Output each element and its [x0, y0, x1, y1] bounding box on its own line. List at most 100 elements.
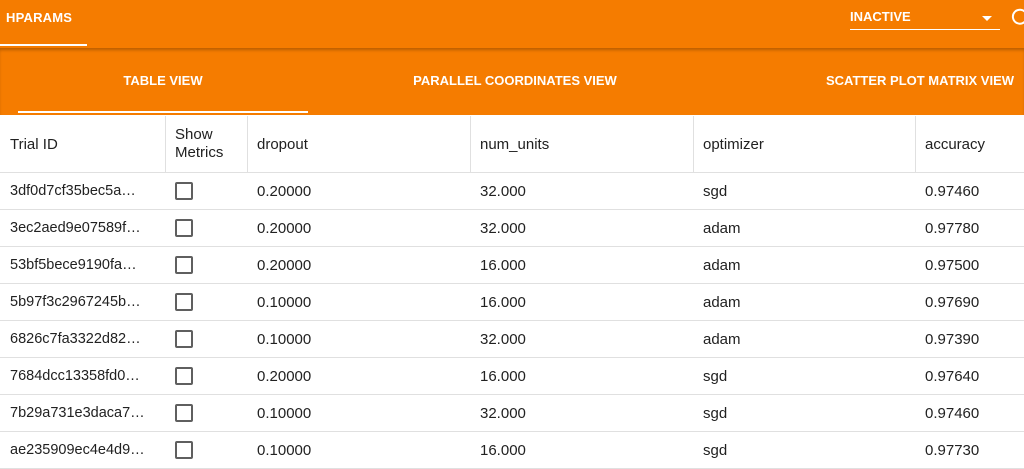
accuracy-cell: 0.97780 — [925, 219, 980, 237]
table-row[interactable]: 3ec2aed9e07589f… 0.20000 32.000 adam 0.9… — [0, 210, 1024, 247]
column-divider[interactable] — [915, 116, 916, 172]
optimizer-cell: sgd — [703, 441, 728, 459]
header-label: Metrics — [175, 144, 224, 161]
header-label: num_units — [480, 135, 550, 153]
show-metrics-cell — [175, 173, 245, 209]
checkbox-unchecked-icon[interactable] — [175, 256, 193, 274]
active-tab-indicator — [0, 44, 87, 46]
chevron-down-icon — [982, 16, 992, 21]
checkbox-unchecked-icon[interactable] — [175, 219, 193, 237]
table-row[interactable]: 3df0d7cf35bec5a… 0.20000 32.000 sgd 0.97… — [0, 173, 1024, 210]
table-row[interactable]: 7b29a731e3daca7… 0.10000 32.000 sgd 0.97… — [0, 395, 1024, 432]
active-tab-indicator — [18, 111, 308, 113]
checkbox-unchecked-icon[interactable] — [175, 367, 193, 385]
trial-id-cell[interactable]: 7684dcc13358fd0… — [10, 358, 160, 394]
column-divider[interactable] — [470, 116, 471, 172]
checkbox-unchecked-icon[interactable] — [175, 404, 193, 422]
checkbox-unchecked-icon[interactable] — [175, 293, 193, 311]
table-row[interactable]: 53bf5bece9190fa… 0.20000 16.000 adam 0.9… — [0, 247, 1024, 284]
optimizer-cell: sgd — [703, 404, 728, 422]
tab-label: TABLE VIEW — [123, 73, 203, 88]
trial-id-cell[interactable]: 7b29a731e3daca7… — [10, 395, 160, 431]
num-units-cell: 32.000 — [480, 330, 526, 348]
run-status-value: INACTIVE — [850, 9, 911, 24]
dropout-cell: 0.10000 — [257, 330, 312, 348]
header-dropout[interactable]: dropout — [257, 116, 457, 172]
header-show-metrics[interactable]: Show Metrics — [175, 116, 245, 172]
show-metrics-cell — [175, 432, 245, 468]
dropout-cell: 0.10000 — [257, 293, 312, 311]
column-divider[interactable] — [693, 116, 694, 172]
trial-id-cell[interactable]: 6826c7fa3322d82… — [10, 321, 160, 357]
accuracy-cell: 0.97460 — [925, 182, 980, 200]
accuracy-cell: 0.97730 — [925, 441, 980, 459]
show-metrics-cell — [175, 284, 245, 320]
header-label: dropout — [257, 135, 308, 153]
num-units-cell: 16.000 — [480, 367, 526, 385]
trial-id-cell[interactable]: ae235909ec4e4d9… — [10, 432, 160, 468]
header-accuracy[interactable]: accuracy — [925, 116, 1024, 172]
num-units-cell: 16.000 — [480, 293, 526, 311]
show-metrics-cell — [175, 358, 245, 394]
header-label: accuracy — [925, 135, 986, 153]
dropout-cell: 0.20000 — [257, 256, 312, 274]
num-units-cell: 32.000 — [480, 219, 526, 237]
plugin-tab-hparams[interactable]: HPARAMS — [0, 0, 87, 48]
tab-scatter-plot-matrix-view[interactable]: SCATTER PLOT MATRIX VIEW — [790, 48, 1024, 115]
checkbox-unchecked-icon[interactable] — [175, 330, 193, 348]
header-num-units[interactable]: num_units — [480, 116, 680, 172]
table-header-row: Trial ID Show Metrics dropout num_units … — [0, 116, 1024, 173]
header-trial-id[interactable]: Trial ID — [10, 116, 160, 172]
table-row[interactable]: 7684dcc13358fd0… 0.20000 16.000 sgd 0.97… — [0, 358, 1024, 395]
trial-id-cell[interactable]: 3df0d7cf35bec5a… — [10, 173, 160, 209]
num-units-cell: 16.000 — [480, 441, 526, 459]
accuracy-cell: 0.97390 — [925, 330, 980, 348]
reload-icon[interactable] — [1011, 8, 1024, 26]
column-divider[interactable] — [247, 116, 248, 172]
optimizer-cell: adam — [703, 219, 741, 237]
show-metrics-cell — [175, 395, 245, 431]
table-row[interactable]: 6826c7fa3322d82… 0.10000 32.000 adam 0.9… — [0, 321, 1024, 358]
trial-id-cell[interactable]: 5b97f3c2967245b… — [10, 284, 160, 320]
checkbox-unchecked-icon[interactable] — [175, 441, 193, 459]
top-app-bar: HPARAMS INACTIVE — [0, 0, 1024, 48]
optimizer-cell: adam — [703, 256, 741, 274]
optimizer-cell: adam — [703, 330, 741, 348]
show-metrics-cell — [175, 247, 245, 283]
tab-parallel-coordinates-view[interactable]: PARALLEL COORDINATES VIEW — [370, 48, 660, 115]
optimizer-cell: sgd — [703, 182, 728, 200]
trials-table: Trial ID Show Metrics dropout num_units … — [0, 116, 1024, 469]
header-label: optimizer — [703, 135, 764, 153]
show-metrics-cell — [175, 210, 245, 246]
dropout-cell: 0.10000 — [257, 441, 312, 459]
accuracy-cell: 0.97460 — [925, 404, 980, 422]
dropout-cell: 0.20000 — [257, 367, 312, 385]
tab-label: SCATTER PLOT MATRIX VIEW — [826, 73, 1015, 88]
run-status-select[interactable]: INACTIVE — [850, 6, 1000, 30]
optimizer-cell: sgd — [703, 367, 728, 385]
num-units-cell: 32.000 — [480, 182, 526, 200]
table-row[interactable]: ae235909ec4e4d9… 0.10000 16.000 sgd 0.97… — [0, 432, 1024, 469]
dropout-cell: 0.20000 — [257, 182, 312, 200]
show-metrics-cell — [175, 321, 245, 357]
checkbox-unchecked-icon[interactable] — [175, 182, 193, 200]
num-units-cell: 32.000 — [480, 404, 526, 422]
column-divider[interactable] — [165, 116, 166, 172]
accuracy-cell: 0.97640 — [925, 367, 980, 385]
plugin-tab-label: HPARAMS — [6, 10, 73, 25]
view-tabs-bar: TABLE VIEW PARALLEL COORDINATES VIEW SCA… — [0, 48, 1024, 115]
table-row[interactable]: 5b97f3c2967245b… 0.10000 16.000 adam 0.9… — [0, 284, 1024, 321]
dropout-cell: 0.20000 — [257, 219, 312, 237]
header-label: Show — [175, 126, 213, 143]
dropout-cell: 0.10000 — [257, 404, 312, 422]
optimizer-cell: adam — [703, 293, 741, 311]
header-optimizer[interactable]: optimizer — [703, 116, 903, 172]
accuracy-cell: 0.97500 — [925, 256, 980, 274]
num-units-cell: 16.000 — [480, 256, 526, 274]
trial-id-cell[interactable]: 3ec2aed9e07589f… — [10, 210, 160, 246]
accuracy-cell: 0.97690 — [925, 293, 980, 311]
tab-table-view[interactable]: TABLE VIEW — [18, 48, 308, 115]
tab-label: PARALLEL COORDINATES VIEW — [413, 73, 617, 88]
trial-id-cell[interactable]: 53bf5bece9190fa… — [10, 247, 160, 283]
header-label: Trial ID — [10, 135, 58, 153]
